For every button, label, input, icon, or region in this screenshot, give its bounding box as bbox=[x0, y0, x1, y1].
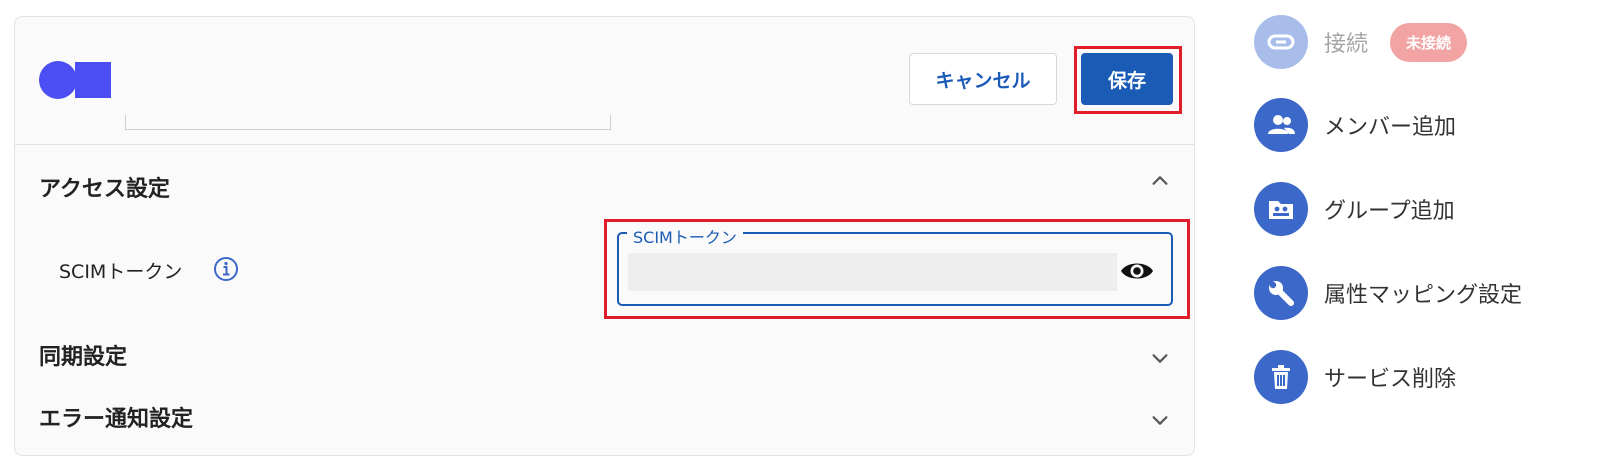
service-name-input[interactable] bbox=[125, 115, 611, 130]
chevron-down-icon[interactable] bbox=[1149, 347, 1171, 369]
section-access-settings[interactable]: アクセス設定 bbox=[39, 171, 170, 203]
scim-token-label: SCIMトークン bbox=[59, 261, 183, 283]
eye-icon[interactable] bbox=[1119, 257, 1155, 285]
save-button[interactable]: 保存 bbox=[1081, 53, 1173, 105]
sidebar-item-add-member[interactable]: メンバー追加 bbox=[1254, 98, 1456, 152]
wrench-icon bbox=[1254, 266, 1308, 320]
people-icon bbox=[1254, 98, 1308, 152]
service-logo bbox=[39, 61, 113, 99]
scim-token-input[interactable] bbox=[628, 253, 1117, 291]
scim-token-field-label: SCIMトークン bbox=[627, 224, 743, 248]
chevron-down-icon[interactable] bbox=[1149, 409, 1171, 431]
section-sync-settings[interactable]: 同期設定 bbox=[39, 339, 127, 371]
sidebar-item-label: 接続 bbox=[1324, 32, 1369, 57]
sidebar-item-delete-service[interactable]: サービス削除 bbox=[1254, 350, 1456, 404]
group-folder-icon bbox=[1254, 182, 1308, 236]
link-icon bbox=[1254, 15, 1308, 69]
info-icon[interactable] bbox=[213, 256, 239, 282]
sidebar-item-label: 属性マッピング設定 bbox=[1324, 283, 1523, 308]
trash-icon bbox=[1254, 350, 1308, 404]
sidebar-item-label: サービス削除 bbox=[1324, 367, 1457, 392]
sidebar-item-attribute-mapping[interactable]: 属性マッピング設定 bbox=[1254, 266, 1522, 320]
settings-card: キャンセル 保存 アクセス設定 SCIMトークン SCIMトークン 同期設定 エ… bbox=[14, 16, 1195, 456]
chevron-up-icon[interactable] bbox=[1149, 170, 1171, 192]
status-badge: 未接続 bbox=[1390, 22, 1468, 62]
sidebar-item-connect: 接続 未接続 bbox=[1254, 15, 1468, 69]
cancel-button[interactable]: キャンセル bbox=[909, 53, 1057, 105]
sidebar-item-label: メンバー追加 bbox=[1324, 115, 1457, 140]
section-error-notification-settings[interactable]: エラー通知設定 bbox=[39, 401, 193, 433]
divider bbox=[15, 144, 1194, 145]
sidebar-item-add-group[interactable]: グループ追加 bbox=[1254, 182, 1455, 236]
sidebar-item-label: グループ追加 bbox=[1324, 199, 1455, 224]
